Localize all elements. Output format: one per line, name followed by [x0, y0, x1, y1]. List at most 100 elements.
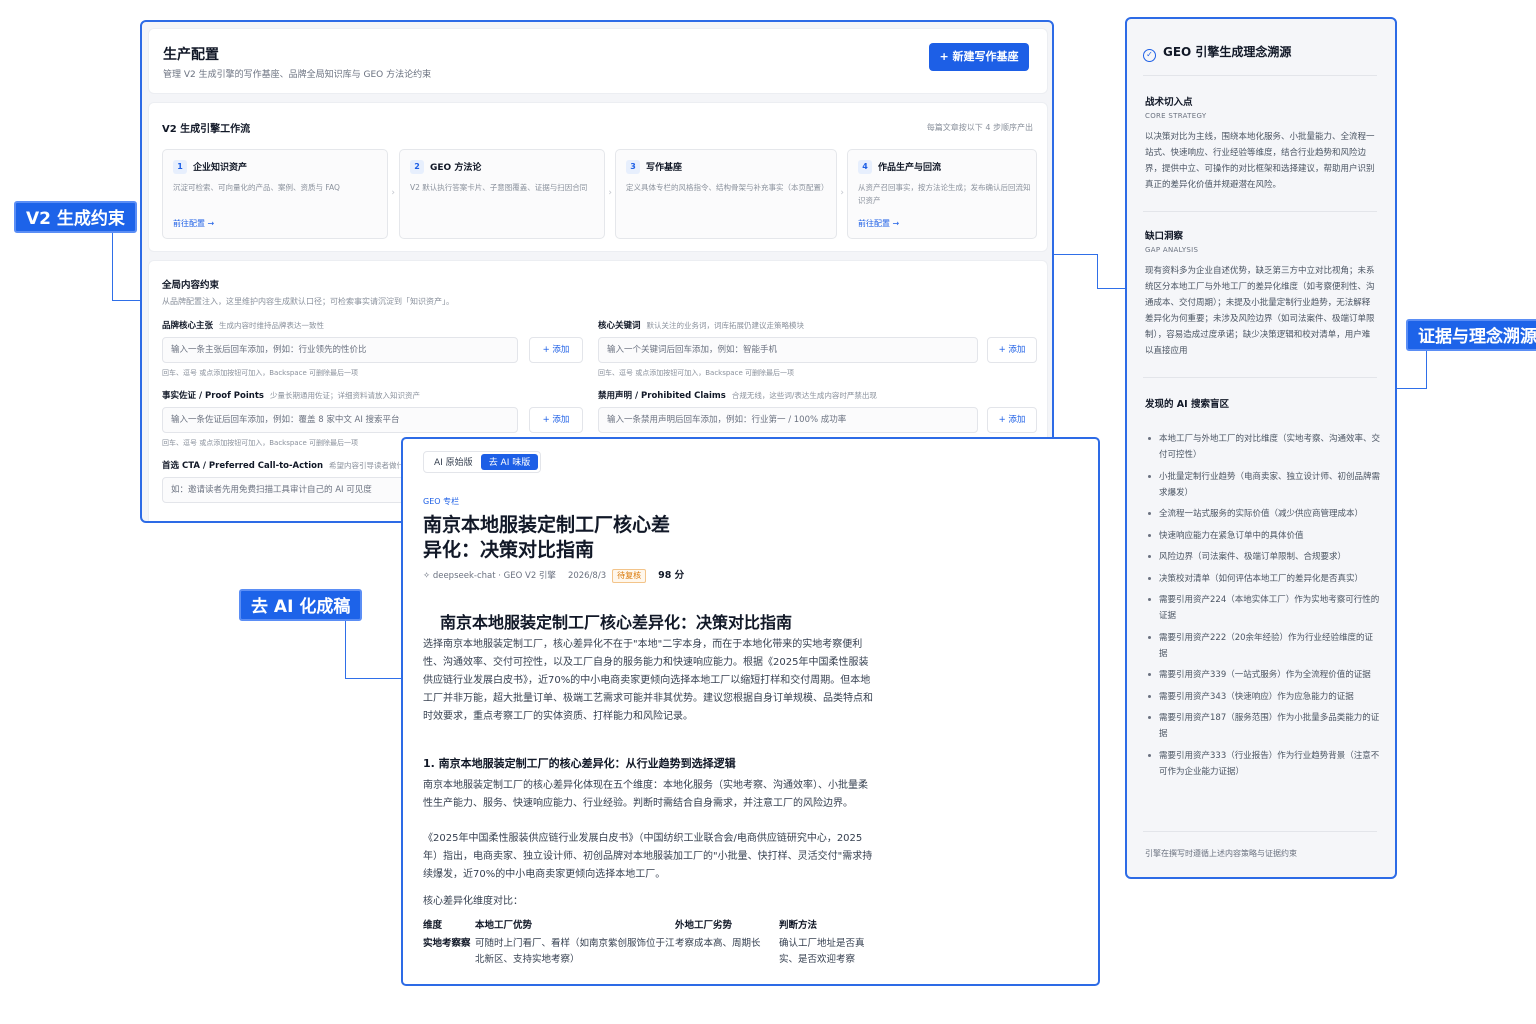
divider — [1143, 75, 1377, 76]
keywords-input[interactable]: 输入一个关键词后回车添加，例如：智能手机 — [598, 337, 978, 363]
field-label-text: 禁用声明 / Prohibited Claims — [598, 391, 726, 401]
list-item: 需要引用资产343（快速响应）作为应急能力的证据 — [1145, 689, 1381, 705]
chevron-right-icon: › — [840, 188, 844, 198]
list-item: 需要引用资产187（服务范围）作为小批量多品类能力的证据 — [1145, 710, 1381, 742]
meta-source: deepseek-chat · GEO V2 引擎 — [432, 571, 556, 581]
page-subtitle: 管理 V2 生成引擎的写作基座、品牌全局知识库与 GEO 方法论约束 — [163, 70, 432, 80]
brand-claims-input[interactable]: 输入一条主张后回车添加，例如：行业领先的性价比 — [162, 337, 518, 363]
table-header: 维度 — [423, 920, 443, 931]
strategy-text: 以决策对比为主线，围绕本地化服务、小批量能力、全流程一站式、快速响应、行业经验等… — [1145, 132, 1375, 190]
table-header: 本地工厂优势 — [475, 920, 533, 931]
step-description: 从资产召回事实，按方法论生成；发布确认后回流知识资产 — [858, 183, 1031, 205]
step-description: 定义具体专栏的风格指令、结构骨架与补充事实（本页配置） — [626, 183, 829, 192]
strategy-subtitle: CORE STRATEGY — [1145, 112, 1207, 120]
status-badge: 待复核 — [612, 569, 647, 583]
callout-deai: 去 AI 化成稿 — [239, 589, 363, 621]
list-item: 风险边界（司法案件、极端订单限制、合规要求） — [1145, 549, 1381, 565]
proof-points-input[interactable]: 输入一条佐证后回车添加，例如：覆盖 8 家中文 AI 搜索平台 — [162, 407, 518, 433]
table-header-row: 维度 本地工厂优势 外地工厂劣势 判断方法 — [423, 915, 883, 933]
divider — [1143, 377, 1377, 378]
list-item: 决策校对清单（如何评估本地工厂的差异化是否真实） — [1145, 571, 1381, 587]
chevron-right-icon: › — [608, 188, 612, 198]
step-config-link[interactable]: 前往配置 → — [858, 218, 899, 229]
step-config-link[interactable]: 前往配置 → — [173, 218, 214, 229]
workflow-hint: 每篇文章按以下 4 步顺序产出 — [926, 123, 1033, 132]
article-section-heading: 1. 南京本地服装定制工厂的核心差异化：从行业趋势到选择逻辑 — [423, 757, 736, 770]
connector-evidence-e — [1426, 350, 1427, 389]
connector-evidence-c — [1097, 288, 1126, 289]
article-paragraph-1: 选择南京本地服装定制工厂，核心差异化不在于"本地"二字本身，而在于本地化带来的实… — [423, 639, 873, 722]
prohibited-claims-input[interactable]: 输入一条禁用声明后回车添加，例如：行业第一 / 100% 成功率 — [598, 407, 978, 433]
comparison-table: 维度 本地工厂优势 外地工厂劣势 判断方法 实地考察察 可随时上门看厂、看样（如… — [423, 915, 883, 968]
table-intro: 核心差异化维度对比： — [423, 896, 523, 907]
connector-evidence-d — [1397, 388, 1427, 389]
field-label-text: 品牌核心主张 — [162, 321, 214, 331]
step-title: 作品生产与回流 — [878, 163, 942, 173]
step-number: 2 — [410, 160, 424, 174]
article-paragraph-2: 南京本地服装定制工厂的核心差异化体现在五个维度：本地化服务（实地考察、沟通效率）… — [423, 780, 868, 809]
tab-de-ai[interactable]: 去 AI 味版 — [480, 454, 539, 470]
sparkle-icon: ✧ — [423, 571, 433, 581]
chevron-right-icon: › — [391, 188, 395, 198]
step-number: 1 — [173, 160, 187, 174]
article-heading: 南京本地服装定制工厂核心差异化：决策对比指南 — [440, 613, 793, 632]
list-item: 本地工厂与外地工厂的对比维度（实地考察、沟通效率、交付可控性） — [1145, 431, 1381, 463]
proof-points-label: 事实佐证 / Proof Points 少量长期通用佐证；详细资料请放入知识资产 — [162, 389, 420, 401]
connector-deai-a — [345, 620, 346, 678]
constraints-subtitle: 从品牌配置注入，这里维护内容生成默认口径；可检索事实请沉淀到「知识资产」。 — [162, 297, 454, 306]
brand-claims-add-button[interactable]: + 添加 — [529, 337, 583, 363]
list-item: 快速响应能力在紧急订单中的具体价值 — [1145, 528, 1381, 544]
keywords-add-button[interactable]: + 添加 — [987, 337, 1037, 363]
new-writing-base-button[interactable]: + 新建写作基座 — [929, 43, 1029, 71]
field-label-text: 事实佐证 / Proof Points — [162, 391, 264, 401]
workflow-step-3[interactable]: 3 写作基座 定义具体专栏的风格指令、结构骨架与补充事实（本页配置） › — [615, 149, 844, 239]
divider — [1143, 211, 1377, 212]
connector-evidence-a — [1054, 254, 1098, 255]
blindspots-title: 发现的 AI 搜索盲区 — [1145, 399, 1230, 410]
header-card: 生产配置 管理 V2 生成引擎的写作基座、品牌全局知识库与 GEO 方法论约束 … — [148, 28, 1048, 94]
article-meta: ✧ deepseek-chat · GEO V2 引擎 2026/8/3 待复核 98… — [423, 567, 684, 583]
list-item: 需要引用资产339（一站式服务）作为全流程价值的证据 — [1145, 667, 1381, 683]
table-cell: 可随时上门看厂、看样（如南京紫创服饰位于江北新区、支持实地考察） — [475, 938, 675, 965]
list-item: 需要引用资产222（20余年经验）作为行业经验维度的证据 — [1145, 630, 1381, 662]
list-item: 需要引用资产333（行业报告）作为行业趋势背景（注意不可作为企业能力证据） — [1145, 748, 1381, 780]
divider — [1143, 831, 1377, 832]
workflow-step-2[interactable]: 2 GEO 方法论 V2 默认执行答案卡片、子意图覆盖、证据与扫因合同 › — [399, 149, 612, 239]
tab-ai-original[interactable]: AI 原始版 — [426, 454, 481, 470]
table-header: 判断方法 — [779, 920, 818, 931]
cta-label: 首选 CTA / Preferred Call-to-Action 希望内容引导读… — [162, 459, 412, 471]
field-hint: 少量长期通用佐证；详细资料请放入知识资产 — [269, 391, 420, 400]
step-number: 4 — [858, 160, 872, 174]
step-title: GEO 方法论 — [430, 163, 482, 173]
table-cell: 确认工厂地址是否真实、是否欢迎考察 — [779, 938, 865, 965]
step-title: 写作基座 — [646, 163, 683, 173]
field-hint: 默认关注的业务词，词库拓展仍建议走策略模块 — [646, 321, 805, 330]
workflow-title: V2 生成引擎工作流 — [162, 124, 251, 135]
article-paragraph-3: 《2025年中国柔性服装供应链行业发展白皮书》（中国纺织工业联合会/电商供应链研… — [423, 833, 873, 880]
workflow-step-1[interactable]: 1 企业知识资产 沉淀可检索、可向量化的产品、案例、资质与 FAQ 前往配置 →… — [162, 149, 395, 239]
meta-date: 2026/8/3 — [567, 571, 607, 581]
article-preview-panel: AI 原始版 去 AI 味版 GEO 专栏 南京本地服装定制工厂核心差异化：决策… — [401, 437, 1100, 986]
table-cell: 考察成本高、周期长 — [675, 938, 761, 949]
connector-v2-horizontal — [112, 300, 142, 301]
field-label-text: 核心关键词 — [598, 321, 641, 331]
proof-points-help: 回车、逗号 或点添加按钮可加入，Backspace 可删除最后一项 — [162, 439, 358, 447]
workflow-step-4[interactable]: 4 作品生产与回流 从资产召回事实，按方法论生成；发布确认后回流知识资产 前往配… — [847, 149, 1037, 239]
list-item: 全流程一站式服务的实际价值（减少供应商管理成本） — [1145, 506, 1381, 522]
field-label-text: 首选 CTA / Preferred Call-to-Action — [162, 461, 324, 471]
trace-panel-title: GEO 引擎生成理念溯源 — [1163, 45, 1292, 59]
proof-points-add-button[interactable]: + 添加 — [529, 407, 583, 433]
trace-panel-header: ✓ GEO 引擎生成理念溯源 — [1143, 43, 1291, 62]
field-hint: 希望内容引导读者做什么 — [329, 461, 412, 470]
table-cell: 实地考察察 — [423, 938, 471, 949]
score-value: 98 分 — [658, 570, 685, 581]
brand-claims-help: 回车、逗号 或点添加按钮可加入，Backspace 可删除最后一项 — [162, 369, 358, 377]
page-title: 生产配置 — [163, 47, 219, 63]
gap-subtitle: GAP ANALYSIS — [1145, 246, 1199, 254]
prohibited-claims-add-button[interactable]: + 添加 — [987, 407, 1037, 433]
workflow-card: V2 生成引擎工作流 每篇文章按以下 4 步顺序产出 1 企业知识资产 沉淀可检… — [148, 102, 1048, 252]
step-number: 3 — [626, 160, 640, 174]
check-circle-icon: ✓ — [1143, 49, 1156, 62]
callout-evidence: 证据与理念溯源 — [1406, 319, 1536, 351]
step-description: 沉淀可检索、可向量化的产品、案例、资质与 FAQ — [173, 183, 340, 192]
